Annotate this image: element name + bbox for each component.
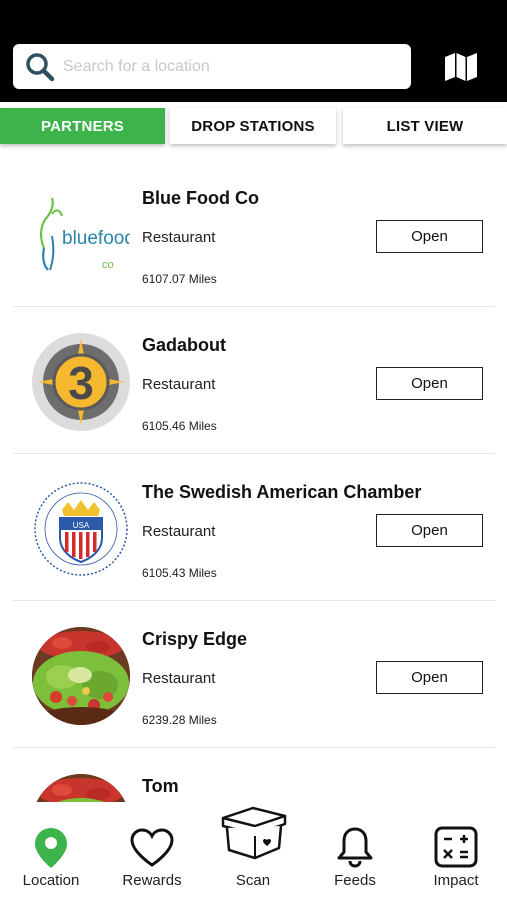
list-item[interactable]: Tom bbox=[13, 748, 495, 802]
nav-label: Impact bbox=[433, 872, 479, 889]
list-item[interactable]: 3 Gadabout Restaurant 6105.46 Miles Open bbox=[13, 307, 495, 454]
partner-logo: USA bbox=[32, 480, 130, 578]
search-bar[interactable] bbox=[13, 44, 411, 89]
nav-impact[interactable]: Impact bbox=[411, 802, 501, 900]
partner-name: Tom bbox=[142, 776, 179, 796]
partner-category: Restaurant bbox=[142, 523, 216, 540]
partner-category: Restaurant bbox=[142, 229, 216, 246]
partner-distance: 6239.28 Miles bbox=[142, 713, 217, 727]
partner-name: Crispy Edge bbox=[142, 629, 248, 649]
partner-distance: 6105.46 Miles bbox=[142, 419, 217, 433]
bell-icon bbox=[337, 827, 373, 868]
list-item[interactable]: bluefood co Blue Food Co Restaurant 6107… bbox=[13, 160, 495, 307]
partner-list[interactable]: bluefood co Blue Food Co Restaurant 6107… bbox=[0, 160, 507, 802]
tab-partners[interactable]: PARTNERS bbox=[0, 108, 165, 144]
search-input[interactable] bbox=[63, 57, 393, 76]
partner-category: Restaurant bbox=[142, 376, 216, 393]
open-button[interactable]: Open bbox=[376, 514, 483, 547]
open-button[interactable]: Open bbox=[376, 367, 483, 400]
container-icon bbox=[221, 806, 287, 860]
open-button[interactable]: Open bbox=[376, 220, 483, 253]
partner-category: Restaurant bbox=[142, 670, 216, 687]
top-header bbox=[0, 0, 507, 102]
partner-distance: 6107.07 Miles bbox=[142, 272, 217, 286]
partner-logo: bluefood co bbox=[32, 186, 130, 284]
partner-logo bbox=[32, 774, 130, 802]
location-pin-icon bbox=[35, 828, 67, 868]
nav-label: Scan bbox=[235, 872, 271, 889]
nav-feeds[interactable]: Feeds bbox=[310, 802, 400, 900]
svg-text:bluefood: bluefood bbox=[62, 228, 130, 249]
svg-text:3: 3 bbox=[68, 357, 94, 409]
nav-location[interactable]: Location bbox=[6, 802, 96, 900]
partner-logo: 3 bbox=[32, 333, 130, 431]
search-icon bbox=[26, 52, 55, 81]
calculator-icon bbox=[434, 826, 478, 868]
svg-text:co: co bbox=[102, 259, 114, 271]
partner-name: Gadabout bbox=[142, 335, 226, 355]
open-button[interactable]: Open bbox=[376, 661, 483, 694]
nav-scan[interactable]: Scan bbox=[208, 802, 298, 900]
partner-distance: 6105.43 Miles bbox=[142, 566, 217, 580]
partner-logo bbox=[32, 627, 130, 725]
heart-icon bbox=[130, 828, 174, 867]
view-tabs: PARTNERS DROP STATIONS LIST VIEW bbox=[0, 106, 507, 146]
tab-drop-stations[interactable]: DROP STATIONS bbox=[170, 108, 336, 144]
nav-label: Feeds bbox=[334, 872, 376, 889]
nav-rewards[interactable]: Rewards bbox=[107, 802, 197, 900]
nav-label: Location bbox=[22, 872, 80, 889]
tab-list-view[interactable]: LIST VIEW bbox=[343, 108, 507, 144]
svg-text:USA: USA bbox=[73, 521, 90, 530]
map-icon[interactable] bbox=[444, 52, 478, 82]
list-item[interactable]: USA The Swedish American Chamber Restaur… bbox=[13, 454, 495, 601]
nav-label: Rewards bbox=[122, 872, 182, 889]
bottom-nav: Location Rewards Scan Feeds Impact bbox=[0, 802, 507, 900]
partner-name: The Swedish American Chamber bbox=[142, 482, 422, 502]
list-item[interactable]: Crispy Edge Restaurant 6239.28 Miles Ope… bbox=[13, 601, 495, 748]
partner-name: Blue Food Co bbox=[142, 188, 259, 208]
